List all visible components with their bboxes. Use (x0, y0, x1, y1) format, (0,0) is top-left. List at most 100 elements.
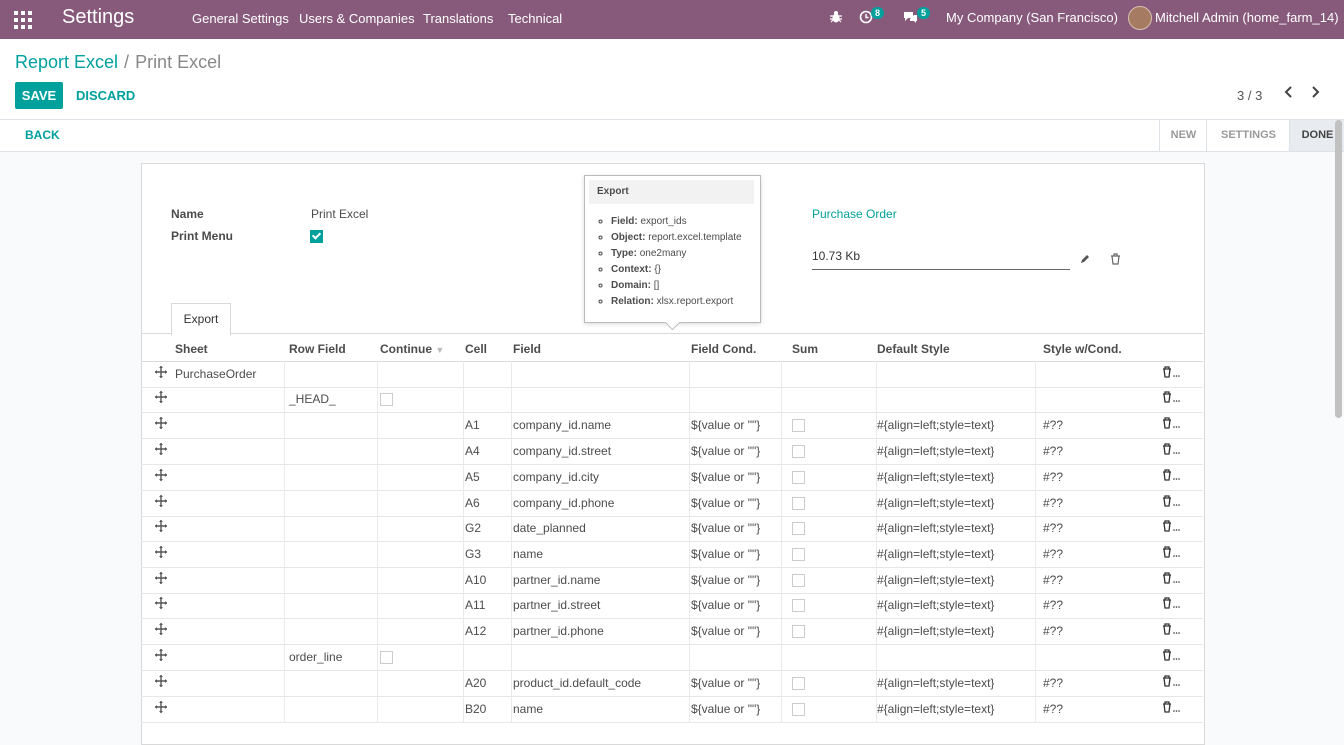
cell-field[interactable]: date_planned (513, 521, 586, 535)
menu-translations[interactable]: Translations (423, 11, 493, 26)
cell-field[interactable]: partner_id.phone (513, 624, 604, 638)
delete-row-trash-icon[interactable] (1162, 469, 1180, 484)
drag-handle-icon[interactable] (155, 674, 167, 690)
table-row[interactable]: A1 company_id.name ${value or ""} #{align=l… (141, 412, 1203, 439)
column-header-field[interactable]: Field (513, 342, 541, 356)
delete-row-trash-icon[interactable] (1162, 597, 1180, 612)
cell-field[interactable]: name (513, 547, 543, 561)
back-button[interactable]: BACK (25, 128, 60, 142)
cell-style-cond[interactable]: #?? (1043, 521, 1063, 535)
cell-cell[interactable]: A12 (465, 624, 486, 638)
column-header-style-cond[interactable]: Style w/Cond. (1043, 342, 1122, 356)
drag-handle-icon[interactable] (155, 468, 167, 484)
table-row[interactable]: A5 company_id.city ${value or ""} #{align=l… (141, 464, 1203, 491)
cell-style-cond[interactable]: #?? (1043, 470, 1063, 484)
table-row[interactable]: A6 company_id.phone ${value or ""} #{align=… (141, 490, 1203, 517)
table-row[interactable]: A11 partner_id.street ${value or ""} #{alig… (141, 592, 1203, 619)
cell-row-field[interactable]: _HEAD_ (289, 392, 336, 406)
menu-general-settings[interactable]: General Settings (192, 11, 289, 26)
cell-cond[interactable]: ${value or ""} (691, 470, 760, 484)
cell-field[interactable]: company_id.name (513, 418, 611, 432)
delete-row-trash-icon[interactable] (1162, 572, 1180, 587)
sum-checkbox[interactable] (792, 625, 805, 638)
cell-style[interactable]: #{align=left;style=text} (877, 676, 994, 690)
clear-trash-icon[interactable] (1110, 253, 1121, 268)
app-brand[interactable]: Settings (62, 6, 134, 29)
cell-style-cond[interactable]: #?? (1043, 676, 1063, 690)
messages-chat-icon[interactable]: 5 (903, 7, 931, 27)
cell-sheet[interactable]: PurchaseOrder (175, 367, 256, 381)
column-header-row-field[interactable]: Row Field (289, 342, 346, 356)
menu-users-companies[interactable]: Users & Companies (299, 11, 415, 26)
drag-handle-icon[interactable] (155, 700, 167, 716)
cell-cell[interactable]: A10 (465, 573, 486, 587)
edit-pencil-icon[interactable] (1079, 253, 1091, 268)
drag-handle-icon[interactable] (155, 494, 167, 510)
cell-cond[interactable]: ${value or ""} (691, 598, 760, 612)
pager-next-icon[interactable] (1309, 85, 1321, 104)
cell-cond[interactable]: ${value or ""} (691, 547, 760, 561)
sum-checkbox[interactable] (792, 445, 805, 458)
sum-checkbox[interactable] (792, 522, 805, 535)
table-row[interactable]: PurchaseOrder (141, 361, 1203, 388)
cell-field[interactable]: partner_id.name (513, 573, 600, 587)
delete-row-trash-icon[interactable] (1162, 649, 1180, 664)
drag-handle-icon[interactable] (155, 390, 167, 406)
cell-cell[interactable]: G2 (465, 521, 481, 535)
model-link[interactable]: Purchase Order (812, 207, 897, 221)
delete-row-trash-icon[interactable] (1162, 675, 1180, 690)
drag-handle-icon[interactable] (155, 442, 167, 458)
discard-button[interactable]: DISCARD (76, 82, 135, 109)
table-row[interactable]: B20 name ${value or ""} #{align=left;style=… (141, 696, 1203, 723)
column-header-field-cond[interactable]: Field Cond. (691, 342, 756, 356)
cell-field[interactable]: company_id.street (513, 444, 611, 458)
sum-checkbox[interactable] (792, 599, 805, 612)
user-menu[interactable]: Mitchell Admin (home_farm_14) (1155, 10, 1339, 25)
continue-checkbox[interactable] (380, 651, 393, 664)
delete-row-trash-icon[interactable] (1162, 417, 1180, 432)
print-menu-checkbox[interactable] (310, 230, 323, 243)
sum-checkbox[interactable] (792, 497, 805, 510)
cell-style-cond[interactable]: #?? (1043, 547, 1063, 561)
sum-checkbox[interactable] (792, 471, 805, 484)
delete-row-trash-icon[interactable] (1162, 443, 1180, 458)
cell-cell[interactable]: A5 (465, 470, 480, 484)
cell-row-field[interactable]: order_line (289, 650, 342, 664)
table-row[interactable]: A20 product_id.default_code ${value or ""}… (141, 670, 1203, 697)
cell-style[interactable]: #{align=left;style=text} (877, 444, 994, 458)
drag-handle-icon[interactable] (155, 648, 167, 664)
cell-field[interactable]: partner_id.street (513, 598, 600, 612)
table-row[interactable]: _HEAD_ (141, 386, 1203, 413)
page-scrollbar[interactable] (1335, 120, 1342, 418)
table-row[interactable]: A12 partner_id.phone ${value or ""} #{align… (141, 618, 1203, 645)
cell-cond[interactable]: ${value or ""} (691, 418, 760, 432)
cell-cond[interactable]: ${value or ""} (691, 702, 760, 716)
cell-cond[interactable]: ${value or ""} (691, 496, 760, 510)
delete-row-trash-icon[interactable] (1162, 391, 1180, 406)
tab-export[interactable]: Export (171, 303, 231, 336)
cell-cell[interactable]: A6 (465, 496, 480, 510)
drag-handle-icon[interactable] (155, 622, 167, 638)
menu-technical[interactable]: Technical (508, 11, 562, 26)
sum-checkbox[interactable] (792, 677, 805, 690)
cell-style-cond[interactable]: #?? (1043, 444, 1063, 458)
cell-style[interactable]: #{align=left;style=text} (877, 521, 994, 535)
cell-cond[interactable]: ${value or ""} (691, 676, 760, 690)
cell-cell[interactable]: B20 (465, 702, 486, 716)
cell-style[interactable]: #{align=left;style=text} (877, 418, 994, 432)
drag-handle-icon[interactable] (155, 571, 167, 587)
cell-style[interactable]: #{align=left;style=text} (877, 702, 994, 716)
table-row[interactable]: G3 name ${value or ""} #{align=left;style=t… (141, 541, 1203, 568)
sum-checkbox[interactable] (792, 548, 805, 561)
cell-cell[interactable]: G3 (465, 547, 481, 561)
cell-style[interactable]: #{align=left;style=text} (877, 470, 994, 484)
continue-checkbox[interactable] (380, 393, 393, 406)
debug-bug-icon[interactable] (829, 10, 843, 27)
cell-field[interactable]: name (513, 702, 543, 716)
stage-settings[interactable]: SETTINGS (1206, 120, 1290, 151)
cell-style-cond[interactable]: #?? (1043, 598, 1063, 612)
delete-row-trash-icon[interactable] (1162, 495, 1180, 510)
activity-clock-icon[interactable]: 8 (859, 7, 885, 27)
cell-cell[interactable]: A11 (465, 598, 485, 612)
cell-style[interactable]: #{align=left;style=text} (877, 598, 994, 612)
